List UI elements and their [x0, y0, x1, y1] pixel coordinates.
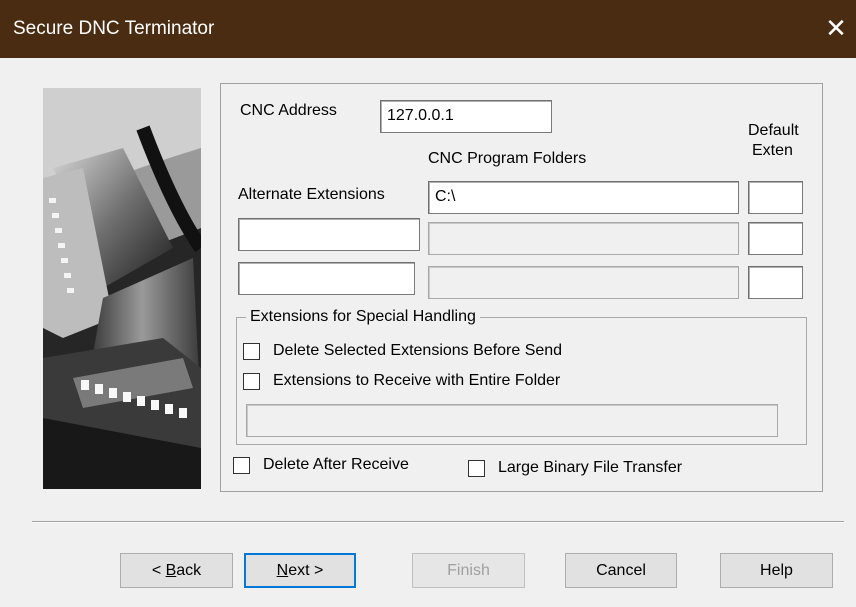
program-folder-input-1[interactable]: C:\	[428, 181, 739, 214]
back-label-rest: ack	[176, 562, 202, 579]
window-title: Secure DNC Terminator	[13, 18, 215, 39]
cnc-program-folders-label: CNC Program Folders	[428, 150, 587, 167]
program-folder-input-2	[428, 222, 739, 255]
large-binary-label: Large Binary File Transfer	[498, 459, 683, 476]
serial-connector-photo	[43, 88, 201, 489]
default-ext-input-3[interactable]	[748, 266, 803, 299]
default-ext-input-1[interactable]	[748, 181, 803, 214]
delete-before-send-checkbox[interactable]	[243, 343, 260, 360]
alternate-extensions-label: Alternate Extensions	[238, 186, 385, 203]
default-exten-label-line1: Default	[748, 122, 799, 139]
cnc-address-input[interactable]: 127.0.0.1	[380, 100, 552, 133]
program-folder-input-3	[428, 266, 739, 299]
alternate-extension-input-2[interactable]	[238, 218, 420, 251]
receive-entire-folder-label: Extensions to Receive with Entire Folder	[273, 372, 561, 389]
alternate-extension-input-3[interactable]	[238, 262, 415, 295]
back-label-mnemonic: B	[165, 562, 177, 579]
special-handling-legend: Extensions for Special Handling	[246, 307, 480, 327]
large-binary-checkbox[interactable]	[468, 460, 485, 477]
back-button[interactable]: < Back	[120, 553, 233, 588]
default-ext-input-2[interactable]	[748, 222, 803, 255]
default-exten-label-line2: Exten	[752, 142, 793, 159]
delete-after-receive-checkbox[interactable]	[233, 457, 250, 474]
special-extensions-input	[246, 404, 778, 437]
connector-illustration	[43, 88, 201, 489]
cnc-address-label: CNC Address	[240, 102, 337, 119]
delete-after-receive-label: Delete After Receive	[263, 456, 409, 473]
next-label-rest: ext >	[288, 562, 324, 579]
next-label-mnemonic: N	[276, 562, 289, 579]
cancel-button[interactable]: Cancel	[565, 553, 677, 588]
help-button[interactable]: Help	[720, 553, 833, 588]
delete-before-send-label: Delete Selected Extensions Before Send	[273, 342, 563, 359]
next-button[interactable]: Next >	[244, 553, 356, 588]
finish-button: Finish	[412, 553, 525, 588]
separator-highlight	[32, 522, 844, 523]
close-icon[interactable]: ✕	[821, 13, 851, 43]
back-label-prefix: <	[151, 562, 166, 579]
receive-entire-folder-checkbox[interactable]	[243, 373, 260, 390]
